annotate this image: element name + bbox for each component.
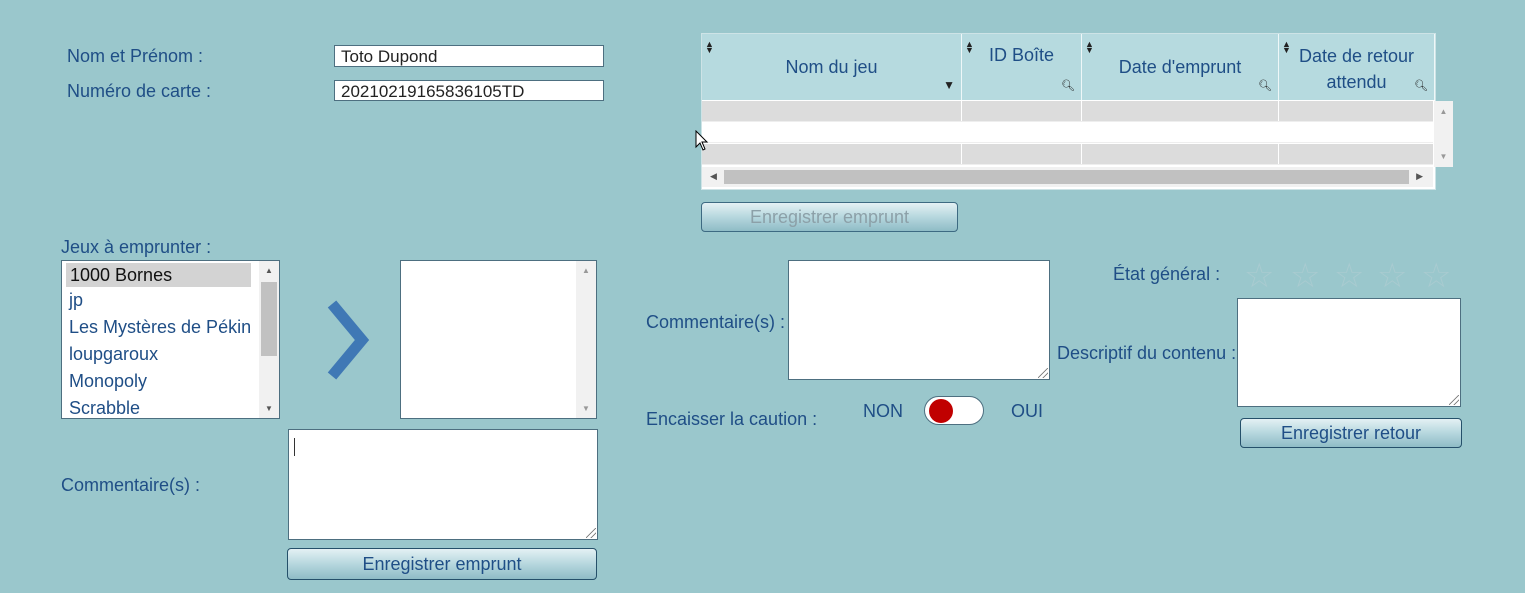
column-header-label: ID Boîte <box>988 45 1055 65</box>
content-description-textarea[interactable] <box>1237 298 1461 407</box>
list-scrollbar[interactable]: ▲ ▼ <box>259 261 279 418</box>
list-scrollbar[interactable]: ▲ ▼ <box>576 261 596 418</box>
name-field[interactable]: Toto Dupond <box>334 45 604 67</box>
register-loan-button-top[interactable]: Enregistrer emprunt <box>701 202 958 232</box>
scroll-left-icon[interactable]: ◀ <box>710 171 717 182</box>
content-description-label: Descriptif du contenu : <box>1057 343 1237 363</box>
filter-icon[interactable]: ▼ <box>943 78 955 92</box>
games-list[interactable]: 1000 Bornes jp Les Mystères de Pékin lou… <box>61 260 280 419</box>
resize-grip-icon[interactable] <box>1038 368 1048 378</box>
text-caret <box>294 438 295 456</box>
search-icon[interactable]: 🔍︎ <box>1258 79 1272 92</box>
state-label: État général : <box>1113 264 1221 284</box>
list-item[interactable]: Monopoly <box>62 368 279 395</box>
resize-grip-icon[interactable] <box>1449 395 1459 405</box>
list-item[interactable]: jp <box>62 287 279 314</box>
card-number-label: Numéro de carte : <box>67 81 212 101</box>
scrollbar-thumb[interactable] <box>261 282 277 356</box>
games-to-borrow-label: Jeux à emprunter : <box>61 237 212 257</box>
list-item[interactable]: Scrabble <box>62 395 279 418</box>
search-icon[interactable]: 🔍︎ <box>1414 79 1428 92</box>
toggle-on-label: OUI <box>1011 401 1044 421</box>
scroll-up-icon[interactable]: ▲ <box>259 266 279 275</box>
borrow-comment-textarea[interactable] <box>288 429 598 540</box>
card-number-field[interactable]: 20210219165836105TD <box>334 80 604 101</box>
loans-grid: ▲ ▼ Nom du jeu ▼ ▲ ▼ ID Boîte 🔍︎ ▲ ▼ Date d… <box>701 33 1436 190</box>
scroll-right-icon[interactable]: ▶ <box>1416 171 1423 182</box>
search-icon[interactable]: 🔍︎ <box>1061 79 1075 92</box>
toggle-knob[interactable] <box>929 399 953 423</box>
column-header-return-date[interactable]: ▲ ▼ Date de retour attendu 🔍︎ <box>1279 34 1435 100</box>
mouse-cursor-icon <box>695 130 709 151</box>
star-icon[interactable]: ☆ <box>1334 259 1364 293</box>
caution-toggle[interactable] <box>924 396 984 425</box>
table-row[interactable] <box>702 101 1433 122</box>
scroll-up-icon[interactable]: ▲ <box>576 266 596 275</box>
table-row[interactable] <box>702 144 1433 165</box>
column-header-label: Date d'emprunt <box>1118 57 1242 77</box>
column-header-game[interactable]: ▲ ▼ Nom du jeu ▼ <box>702 34 962 100</box>
resize-grip-icon[interactable] <box>586 528 596 538</box>
scroll-down-icon[interactable]: ▼ <box>259 404 279 413</box>
list-item[interactable]: Les Mystères de Pékin <box>62 314 279 341</box>
star-icon[interactable]: ☆ <box>1421 259 1451 293</box>
return-comment-label: Commentaire(s) : <box>646 312 786 332</box>
table-row[interactable] <box>702 122 1433 143</box>
vertical-scrollbar[interactable]: ▲ ▼ <box>1434 101 1453 167</box>
horizontal-scrollbar[interactable]: ◀ ▶ <box>702 167 1433 187</box>
star-icon[interactable]: ☆ <box>1244 259 1274 293</box>
return-comment-textarea[interactable] <box>788 260 1050 380</box>
scrollbar-thumb[interactable] <box>724 170 1409 184</box>
transfer-chevron-icon[interactable] <box>326 298 370 382</box>
list-item[interactable]: 1000 Bornes <box>66 263 251 287</box>
list-item[interactable]: loupgaroux <box>62 341 279 368</box>
name-label: Nom et Prénom : <box>67 46 204 66</box>
star-icon[interactable]: ☆ <box>1290 259 1320 293</box>
scroll-down-icon[interactable]: ▼ <box>576 404 596 413</box>
scroll-up-icon[interactable]: ▲ <box>1434 107 1453 116</box>
toggle-off-label: NON <box>863 401 903 421</box>
column-header-label: Nom du jeu <box>785 57 878 77</box>
caution-label: Encaisser la caution : <box>646 409 818 429</box>
star-icon[interactable]: ☆ <box>1377 259 1407 293</box>
column-header-label: Date de retour attendu <box>1298 46 1415 92</box>
borrow-comment-label: Commentaire(s) : <box>61 475 201 495</box>
register-loan-button[interactable]: Enregistrer emprunt <box>287 548 597 580</box>
column-header-loan-date[interactable]: ▲ ▼ Date d'emprunt 🔍︎ <box>1082 34 1279 100</box>
selected-games-list[interactable]: ▲ ▼ <box>400 260 597 419</box>
scroll-down-icon[interactable]: ▼ <box>1434 152 1453 161</box>
column-header-box-id[interactable]: ▲ ▼ ID Boîte 🔍︎ <box>962 34 1082 100</box>
register-return-button[interactable]: Enregistrer retour <box>1240 418 1462 448</box>
